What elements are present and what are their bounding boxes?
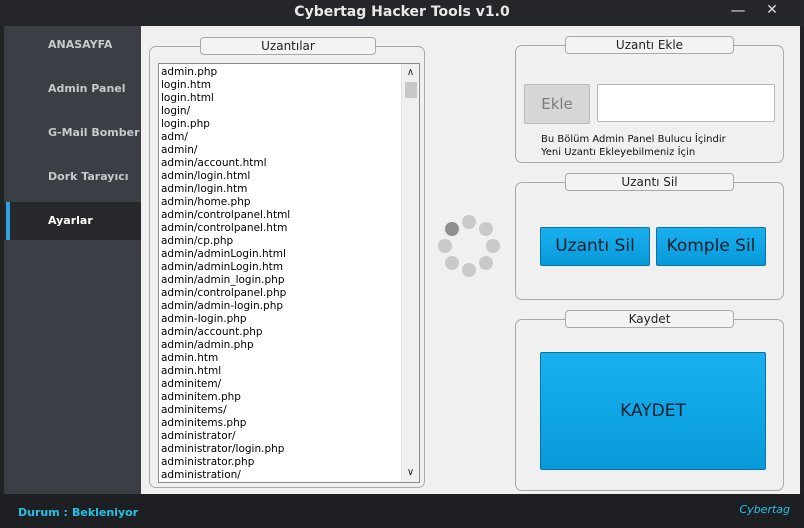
list-item[interactable]: admin/adminLogin.html xyxy=(161,248,397,261)
info-line-1: Bu Bölüm Admin Panel Bulucu İçindir xyxy=(541,134,726,145)
spinner-dot xyxy=(462,215,476,229)
info-line-2: Yeni Uzantı Ekleyebilmeniz İçin xyxy=(541,147,696,158)
list-item[interactable]: admin/admin_login.php xyxy=(161,274,397,287)
sidebar-item-label: ANASAYFA xyxy=(48,38,113,51)
spinner-dot xyxy=(479,222,493,236)
list-item[interactable]: login.php xyxy=(161,118,397,131)
list-scrollbar[interactable]: ∧ ∨ xyxy=(401,64,419,482)
sidebar-item-label: Ayarlar xyxy=(48,214,93,227)
list-item[interactable]: admin/ xyxy=(161,144,397,157)
sidebar-item-admin-panel[interactable]: Admin Panel xyxy=(4,70,141,108)
sidebar-item-ayarlar[interactable]: Ayarlar xyxy=(4,202,141,240)
list-item[interactable]: administrator/login.php xyxy=(161,443,397,456)
list-item[interactable]: adm/ xyxy=(161,131,397,144)
status-label: Durum : xyxy=(18,506,68,519)
sidebar-item-anasayfa[interactable]: ANASAYFA xyxy=(4,26,141,64)
save-button[interactable]: KAYDET xyxy=(540,352,766,470)
extensions-group-title: Uzantılar xyxy=(200,37,376,55)
scroll-down-icon[interactable]: ∨ xyxy=(402,466,419,480)
list-item[interactable]: admin/controlpanel.html xyxy=(161,209,397,222)
list-item[interactable]: admin/cp.php xyxy=(161,235,397,248)
spinner-dot xyxy=(438,239,452,253)
extension-input[interactable] xyxy=(597,84,775,122)
delete-extension-group: Uzantı Sil Uzantı Sil Komple Sil xyxy=(515,173,784,300)
list-item[interactable]: adminitem.php xyxy=(161,391,397,404)
list-item[interactable]: admin.php xyxy=(161,66,397,79)
extensions-group: Uzantılar admin.php login.htm login.html lo… xyxy=(149,37,425,488)
list-item[interactable]: administrator/ xyxy=(161,430,397,443)
delete-extension-button[interactable]: Uzantı Sil xyxy=(540,227,650,266)
add-button[interactable]: Ekle xyxy=(524,84,590,124)
save-group: Kaydet KAYDET xyxy=(515,310,784,491)
list-item[interactable]: admin/admin-login.php xyxy=(161,300,397,313)
list-item[interactable]: admin/login.htm xyxy=(161,183,397,196)
list-item[interactable]: admin/admin.php xyxy=(161,339,397,352)
spinner-dot xyxy=(445,222,459,236)
list-item[interactable]: admin.htm xyxy=(161,352,397,365)
status-value: Bekleniyor xyxy=(72,506,139,519)
title-bar[interactable]: Cybertag Hacker Tools v1.0 — ✕ xyxy=(0,0,804,26)
sidebar-item-dork-tarayici[interactable]: Dork Tarayıcı xyxy=(4,158,141,196)
list-item[interactable]: login.htm xyxy=(161,79,397,92)
settings-content: Uzantılar admin.php login.htm login.html lo… xyxy=(141,26,800,494)
add-extension-title: Uzantı Ekle xyxy=(565,36,734,54)
window-title: Cybertag Hacker Tools v1.0 xyxy=(294,4,510,20)
list-item[interactable]: adminitems/ xyxy=(161,404,397,417)
add-extension-group: Uzantı Ekle Ekle Bu Bölüm Admin Panel Bu… xyxy=(515,36,784,163)
spinner-dot xyxy=(445,256,459,270)
list-item[interactable]: admin/account.php xyxy=(161,326,397,339)
list-item[interactable]: administration/ xyxy=(161,469,397,482)
spinner-dot xyxy=(462,263,476,277)
list-item[interactable]: administrator.php xyxy=(161,456,397,469)
list-item[interactable]: admin-login.php xyxy=(161,313,397,326)
sidebar-item-gmail-bomber[interactable]: G-Mail Bomber xyxy=(4,114,141,152)
scroll-thumb[interactable] xyxy=(405,82,417,98)
extensions-list: admin.php login.htm login.html login/login.… xyxy=(161,66,397,482)
list-item[interactable]: adminitem/ xyxy=(161,378,397,391)
list-item[interactable]: admin/login.html xyxy=(161,170,397,183)
scroll-up-icon[interactable]: ∧ xyxy=(402,66,419,80)
list-item[interactable]: admin.html xyxy=(161,365,397,378)
brand-label: Cybertag xyxy=(739,503,791,516)
list-item[interactable]: login.html xyxy=(161,92,397,105)
extensions-listbox[interactable]: admin.php login.htm login.html login/login.… xyxy=(158,63,420,483)
spinner-dot xyxy=(479,256,493,270)
delete-all-button[interactable]: Komple Sil xyxy=(656,227,766,266)
delete-extension-title: Uzantı Sil xyxy=(565,173,734,191)
spinner-dot xyxy=(486,239,500,253)
list-item[interactable]: admin/controlpanel.htm xyxy=(161,222,397,235)
sidebar-item-label: G-Mail Bomber xyxy=(48,126,140,139)
close-button[interactable]: ✕ xyxy=(750,0,794,20)
list-item[interactable]: login/ xyxy=(161,105,397,118)
list-item[interactable]: admin/controlpanel.php xyxy=(161,287,397,300)
sidebar-item-label: Dork Tarayıcı xyxy=(48,170,129,183)
list-item[interactable]: adminitems.php xyxy=(161,417,397,430)
sidebar: ANASAYFA Admin Panel G-Mail Bomber Dork … xyxy=(4,26,141,494)
list-item[interactable]: admin/adminLogin.htm xyxy=(161,261,397,274)
status-bar: Durum : Bekleniyor Cybertag xyxy=(0,494,804,528)
loading-spinner-icon xyxy=(437,214,501,278)
app-window: Cybertag Hacker Tools v1.0 — ✕ ANASAYFA … xyxy=(0,0,804,528)
save-group-title: Kaydet xyxy=(565,310,734,328)
list-item[interactable]: admin/account.html xyxy=(161,157,397,170)
sidebar-item-label: Admin Panel xyxy=(48,82,126,95)
list-item[interactable]: admin/home.php xyxy=(161,196,397,209)
